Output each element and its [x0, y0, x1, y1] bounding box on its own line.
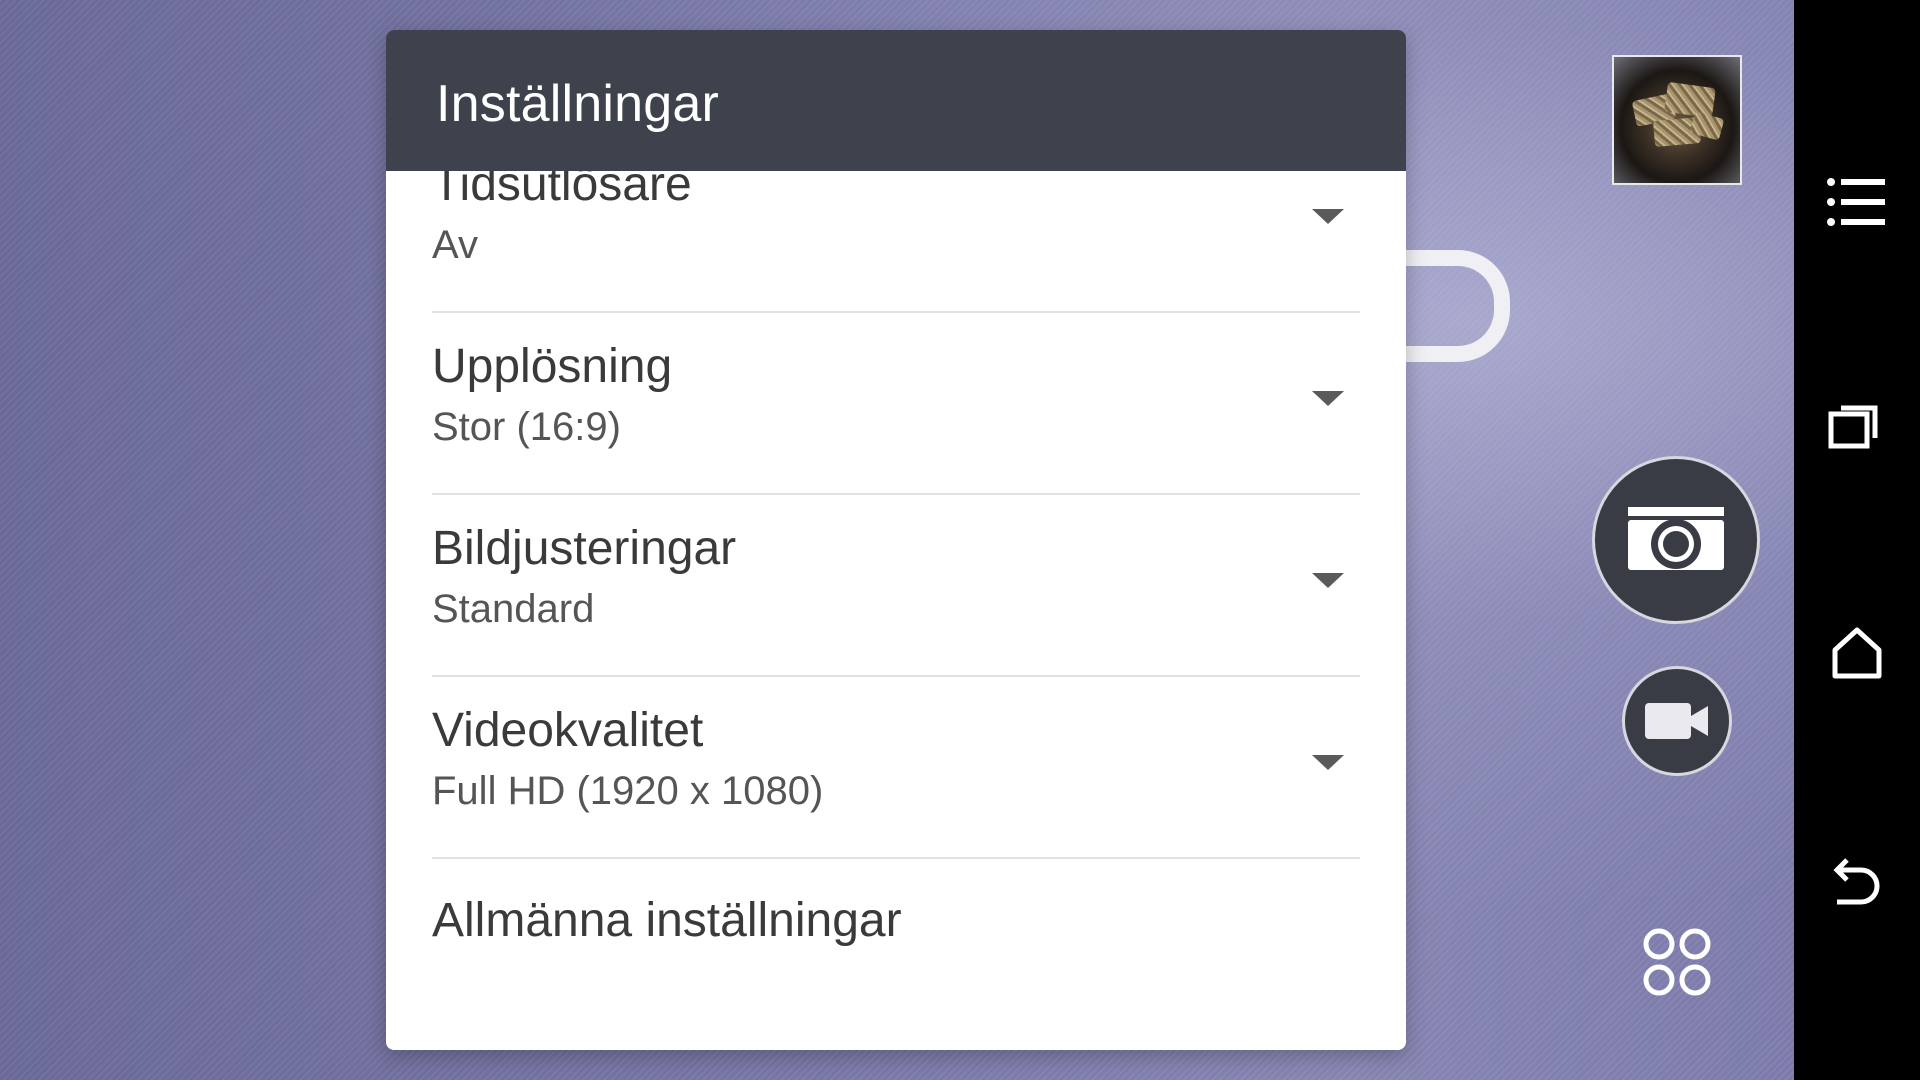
setting-value: Standard [432, 587, 595, 631]
menu-icon [1827, 178, 1885, 226]
dialog-title: Inställningar [436, 75, 719, 133]
setting-title: Bildjusteringar [432, 522, 737, 575]
setting-title: Tidsutlösare [432, 171, 692, 211]
setting-value: Full HD (1920 x 1080) [432, 769, 824, 813]
home-icon [1832, 627, 1882, 679]
navigation-bar [1794, 0, 1920, 1080]
setting-value: Stor (16:9) [432, 405, 621, 449]
back-button[interactable] [1817, 838, 1897, 918]
dropdown-arrow-icon [1312, 209, 1344, 224]
grid-circles-icon [1643, 928, 1711, 996]
dropdown-arrow-icon [1312, 573, 1344, 588]
settings-dialog: Inställningar Tidsutlösare Av Upplösning… [386, 30, 1406, 1050]
menu-button[interactable] [1817, 162, 1897, 242]
general-settings-label: Allmänna inställningar [432, 894, 902, 947]
back-icon [1833, 858, 1880, 905]
background-object [1395, 250, 1510, 362]
setting-resolution[interactable]: Upplösning Stor (16:9) [432, 313, 1360, 495]
settings-list[interactable]: Tidsutlösare Av Upplösning Stor (16:9) B… [386, 171, 1406, 1050]
home-button[interactable] [1817, 614, 1897, 694]
setting-image-adjustments[interactable]: Bildjusteringar Standard [432, 495, 1360, 677]
video-camera-icon [1645, 703, 1708, 739]
recent-apps-icon [1828, 405, 1878, 449]
dialog-header: Inställningar [386, 30, 1406, 171]
recent-apps-button[interactable] [1817, 388, 1897, 468]
setting-title: Upplösning [432, 340, 673, 393]
gallery-thumbnail[interactable] [1612, 55, 1742, 185]
dropdown-arrow-icon [1312, 755, 1344, 770]
setting-video-quality[interactable]: Videokvalitet Full HD (1920 x 1080) [432, 677, 1360, 859]
dropdown-arrow-icon [1312, 391, 1344, 406]
setting-self-timer[interactable]: Tidsutlösare Av [432, 171, 1360, 313]
video-record-button[interactable] [1622, 666, 1732, 776]
shutter-button[interactable] [1592, 456, 1760, 624]
setting-value: Av [432, 223, 478, 267]
camera-modes-button[interactable] [1640, 925, 1714, 999]
general-settings-item[interactable]: Allmänna inställningar [432, 861, 1360, 971]
camera-icon [1628, 507, 1724, 570]
setting-title: Videokvalitet [432, 704, 704, 757]
thumbnail-image-detail [1664, 81, 1716, 119]
